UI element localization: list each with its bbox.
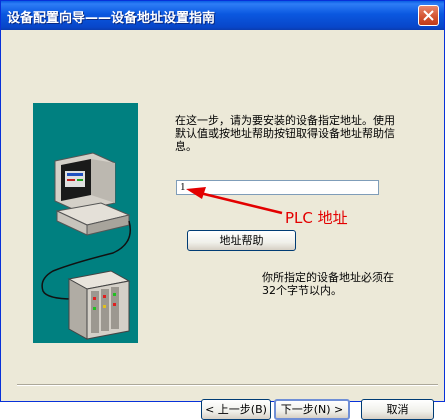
plc-address-annotation: PLC 地址 bbox=[285, 209, 348, 227]
address-limit-note: 你所指定的设备地址必须在32个字节以内。 bbox=[262, 271, 394, 297]
back-button[interactable]: < 上一步(B) bbox=[201, 399, 271, 420]
wizard-body: 在这一步，请为要安装的设备指定地址。使用默认值或按地址帮助按钮取得设备地址帮助信… bbox=[4, 30, 441, 420]
instructions-text: 在这一步，请为要安装的设备指定地址。使用默认值或按地址帮助按钮取得设备地址帮助信… bbox=[175, 114, 395, 153]
close-icon bbox=[423, 10, 434, 21]
cancel-button[interactable]: 取消 bbox=[361, 399, 434, 420]
close-button[interactable] bbox=[418, 5, 439, 26]
red-arrow-annotation bbox=[186, 187, 283, 215]
footer-divider bbox=[17, 384, 438, 386]
device-illustration bbox=[33, 103, 138, 343]
next-button[interactable]: 下一步(N) > bbox=[274, 399, 350, 420]
plc-icon bbox=[67, 270, 131, 340]
wizard-window: 设备配置向导——设备地址设置指南 在这一步，请为要安装的设备指定地址。使用默认值… bbox=[0, 0, 445, 420]
title-bar[interactable]: 设备配置向导——设备地址设置指南 bbox=[1, 1, 444, 30]
address-help-button[interactable]: 地址帮助 bbox=[187, 230, 296, 251]
window-title: 设备配置向导——设备地址设置指南 bbox=[7, 11, 216, 26]
computer-icon bbox=[54, 152, 131, 236]
